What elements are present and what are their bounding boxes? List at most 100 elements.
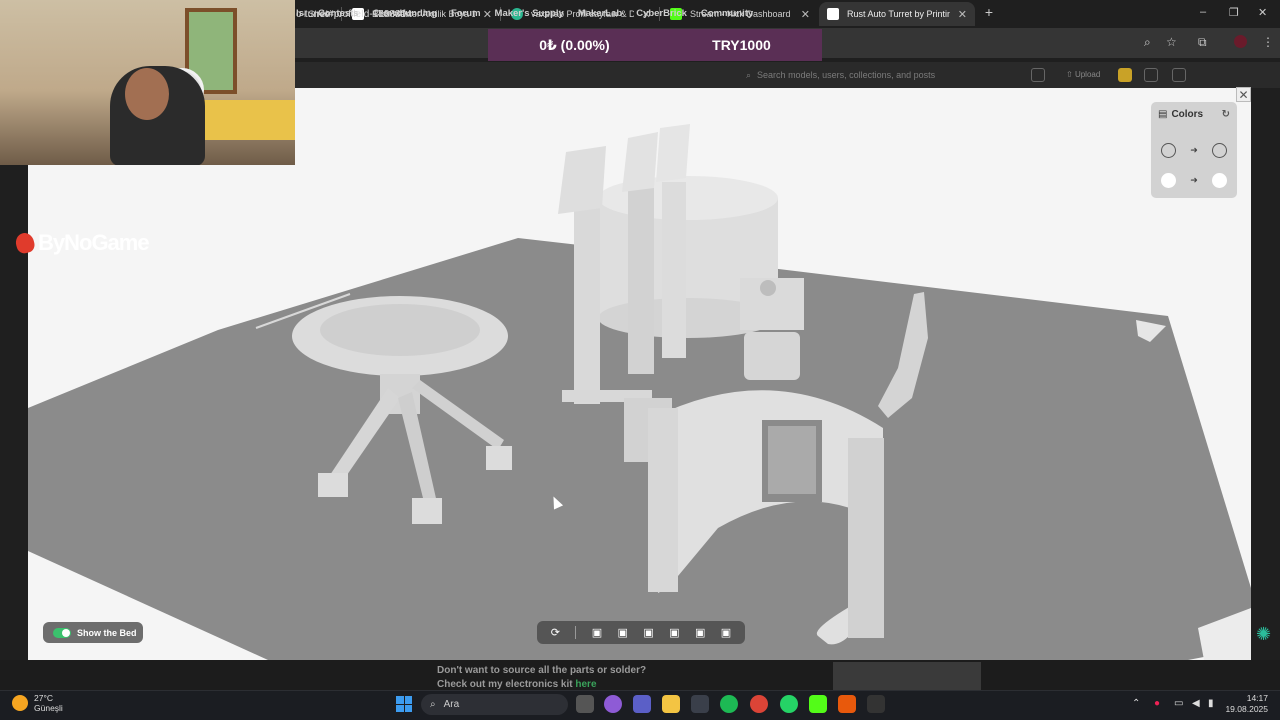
nav-item-cyberbrick[interactable]: CyberBrick	[636, 8, 687, 19]
copilot-icon[interactable]	[604, 695, 622, 713]
upload-label: Upload	[1074, 70, 1101, 79]
taskbar-clock[interactable]: 14:17 19.08.2025	[1222, 693, 1268, 715]
webcam-overlay	[0, 0, 295, 165]
show-hidden-icons[interactable]: ⌃	[1132, 698, 1140, 709]
source-color-swatch[interactable]	[1161, 172, 1176, 188]
colors-title: Colors	[1171, 109, 1204, 120]
nav-item-ls[interactable]: ls	[296, 8, 304, 19]
nav-item-crowdfunding[interactable]: Crowdfunding	[373, 8, 437, 19]
nav-item-makers-supply[interactable]: Maker's Supply	[495, 8, 564, 19]
volume-icon[interactable]: ◀	[1192, 698, 1200, 709]
coin-icon[interactable]	[1118, 68, 1132, 82]
reset-view-icon[interactable]: ⟳	[551, 626, 560, 639]
sensor-body	[744, 332, 800, 380]
makerworld-logo-icon	[827, 8, 839, 20]
tab-rust-auto-turret[interactable]: Rust Auto Turret by Printing By ✕	[819, 2, 975, 26]
color-mapping-row: ➜	[1161, 170, 1227, 190]
microphone-icon[interactable]: ●	[1154, 698, 1160, 709]
promo-line: Don't want to source all the parts or so…	[437, 665, 647, 676]
shell-window-inner	[768, 426, 816, 494]
whatsapp-icon[interactable]	[780, 695, 798, 713]
start-button[interactable]	[396, 696, 412, 712]
promo-link[interactable]: here	[575, 679, 596, 690]
nav-item-makerlab[interactable]: MakerLab	[578, 8, 622, 19]
clock-time: 14:17	[1246, 693, 1268, 703]
app-icon[interactable]	[838, 695, 856, 713]
search-placeholder: Search models, users, collections, and p…	[757, 70, 936, 80]
brand-logo: ByNoGame	[13, 230, 150, 256]
profile-avatar[interactable]	[1234, 35, 1247, 48]
arrow-right-icon: ➜	[1190, 174, 1198, 185]
tripod-foot	[486, 446, 512, 470]
bookmark-star-icon[interactable]: ☆	[1166, 35, 1177, 49]
weather-widget[interactable]: 27°C Güneşli	[12, 693, 63, 713]
show-bed-toggle[interactable]: Show the Bed	[43, 622, 143, 643]
task-view-icon[interactable]	[576, 695, 594, 713]
logitech-icon[interactable]	[867, 695, 885, 713]
taskbar-search-placeholder: Ara	[443, 699, 460, 710]
brand-mark-icon	[13, 231, 37, 255]
extensions-icon[interactable]: ⧉	[1198, 35, 1207, 50]
close-viewer-button[interactable]: ✕	[1236, 87, 1251, 102]
kick-app-icon[interactable]	[809, 695, 827, 713]
view-front-icon[interactable]: ▣	[592, 626, 602, 639]
target-color-swatch[interactable]	[1211, 142, 1227, 158]
shell-edge	[648, 408, 678, 592]
view-right-icon[interactable]: ▣	[669, 626, 679, 639]
palette-icon: ▤	[1158, 109, 1168, 120]
weather-condition: Güneşli	[34, 703, 63, 713]
temperature: 27°C	[34, 693, 53, 703]
webcam-head	[125, 68, 169, 120]
turret-barrel	[662, 182, 686, 358]
teams-icon[interactable]	[633, 695, 651, 713]
webcam-bed	[200, 100, 295, 140]
toolbar-divider	[575, 626, 577, 639]
file-explorer-icon[interactable]	[662, 695, 680, 713]
tripod-foot	[318, 473, 348, 497]
taskbar-search-input[interactable]: ⌕ Ara	[421, 694, 568, 715]
barrel-cap	[656, 124, 690, 182]
nav-item-forum[interactable]: Forum	[451, 8, 481, 19]
refresh-icon[interactable]: ↻	[1222, 109, 1230, 120]
color-mapping-row: ➜	[1161, 140, 1227, 160]
sun-icon	[12, 695, 28, 711]
new-tab-button[interactable]: +	[980, 4, 998, 20]
source-color-swatch[interactable]	[1161, 142, 1176, 158]
close-icon[interactable]: ✕	[801, 8, 810, 21]
clock-date: 19.08.2025	[1225, 704, 1268, 714]
close-icon[interactable]: ✕	[958, 8, 967, 21]
view-top-icon[interactable]: ▣	[695, 626, 705, 639]
upload-button[interactable]: ⇧ Upload	[1066, 70, 1100, 79]
target-color-swatch[interactable]	[1211, 172, 1227, 188]
message-icon[interactable]	[1144, 68, 1158, 82]
close-window-button[interactable]: ✕	[1258, 6, 1267, 19]
ai-assistant-icon[interactable]: ✺	[1256, 624, 1271, 645]
site-search-input[interactable]: ⌕ Search models, users, collections, and…	[746, 68, 1036, 82]
image-icon[interactable]	[1031, 68, 1045, 82]
model-3d-viewer[interactable]	[28, 88, 1251, 660]
battery-icon[interactable]: ▮	[1208, 698, 1214, 709]
nav-item-contests[interactable]: Contests	[318, 8, 359, 19]
toggle-switch[interactable]	[53, 627, 71, 638]
donation-amount: 0₺ (0.00%)	[539, 36, 610, 53]
barrel-cap	[558, 146, 606, 214]
store-icon[interactable]	[691, 695, 709, 713]
zoom-icon[interactable]: ⌕	[1144, 35, 1151, 50]
tab-title: Rust Auto Turret by Printing By	[847, 9, 950, 19]
colors-panel: ▤ Colors ↻ ➜ ➜	[1151, 102, 1237, 198]
view-back-icon[interactable]: ▣	[618, 626, 628, 639]
restore-button[interactable]: ❐	[1229, 6, 1239, 19]
shell-ribs	[848, 438, 884, 638]
spotify-icon[interactable]	[720, 695, 738, 713]
view-bottom-icon[interactable]: ▣	[721, 626, 731, 639]
network-icon[interactable]: ▭	[1174, 698, 1183, 709]
tripod-foot	[412, 498, 442, 524]
more-menu-icon[interactable]: ⋮	[1262, 35, 1274, 49]
turret-barrel	[628, 184, 654, 374]
notification-icon[interactable]	[1172, 68, 1186, 82]
nav-item-community[interactable]: Community	[701, 8, 753, 19]
promo-text: Check out my electronics kit	[437, 679, 573, 690]
minimize-button[interactable]: –	[1200, 6, 1206, 18]
view-left-icon[interactable]: ▣	[643, 626, 653, 639]
chrome-icon[interactable]	[750, 695, 768, 713]
